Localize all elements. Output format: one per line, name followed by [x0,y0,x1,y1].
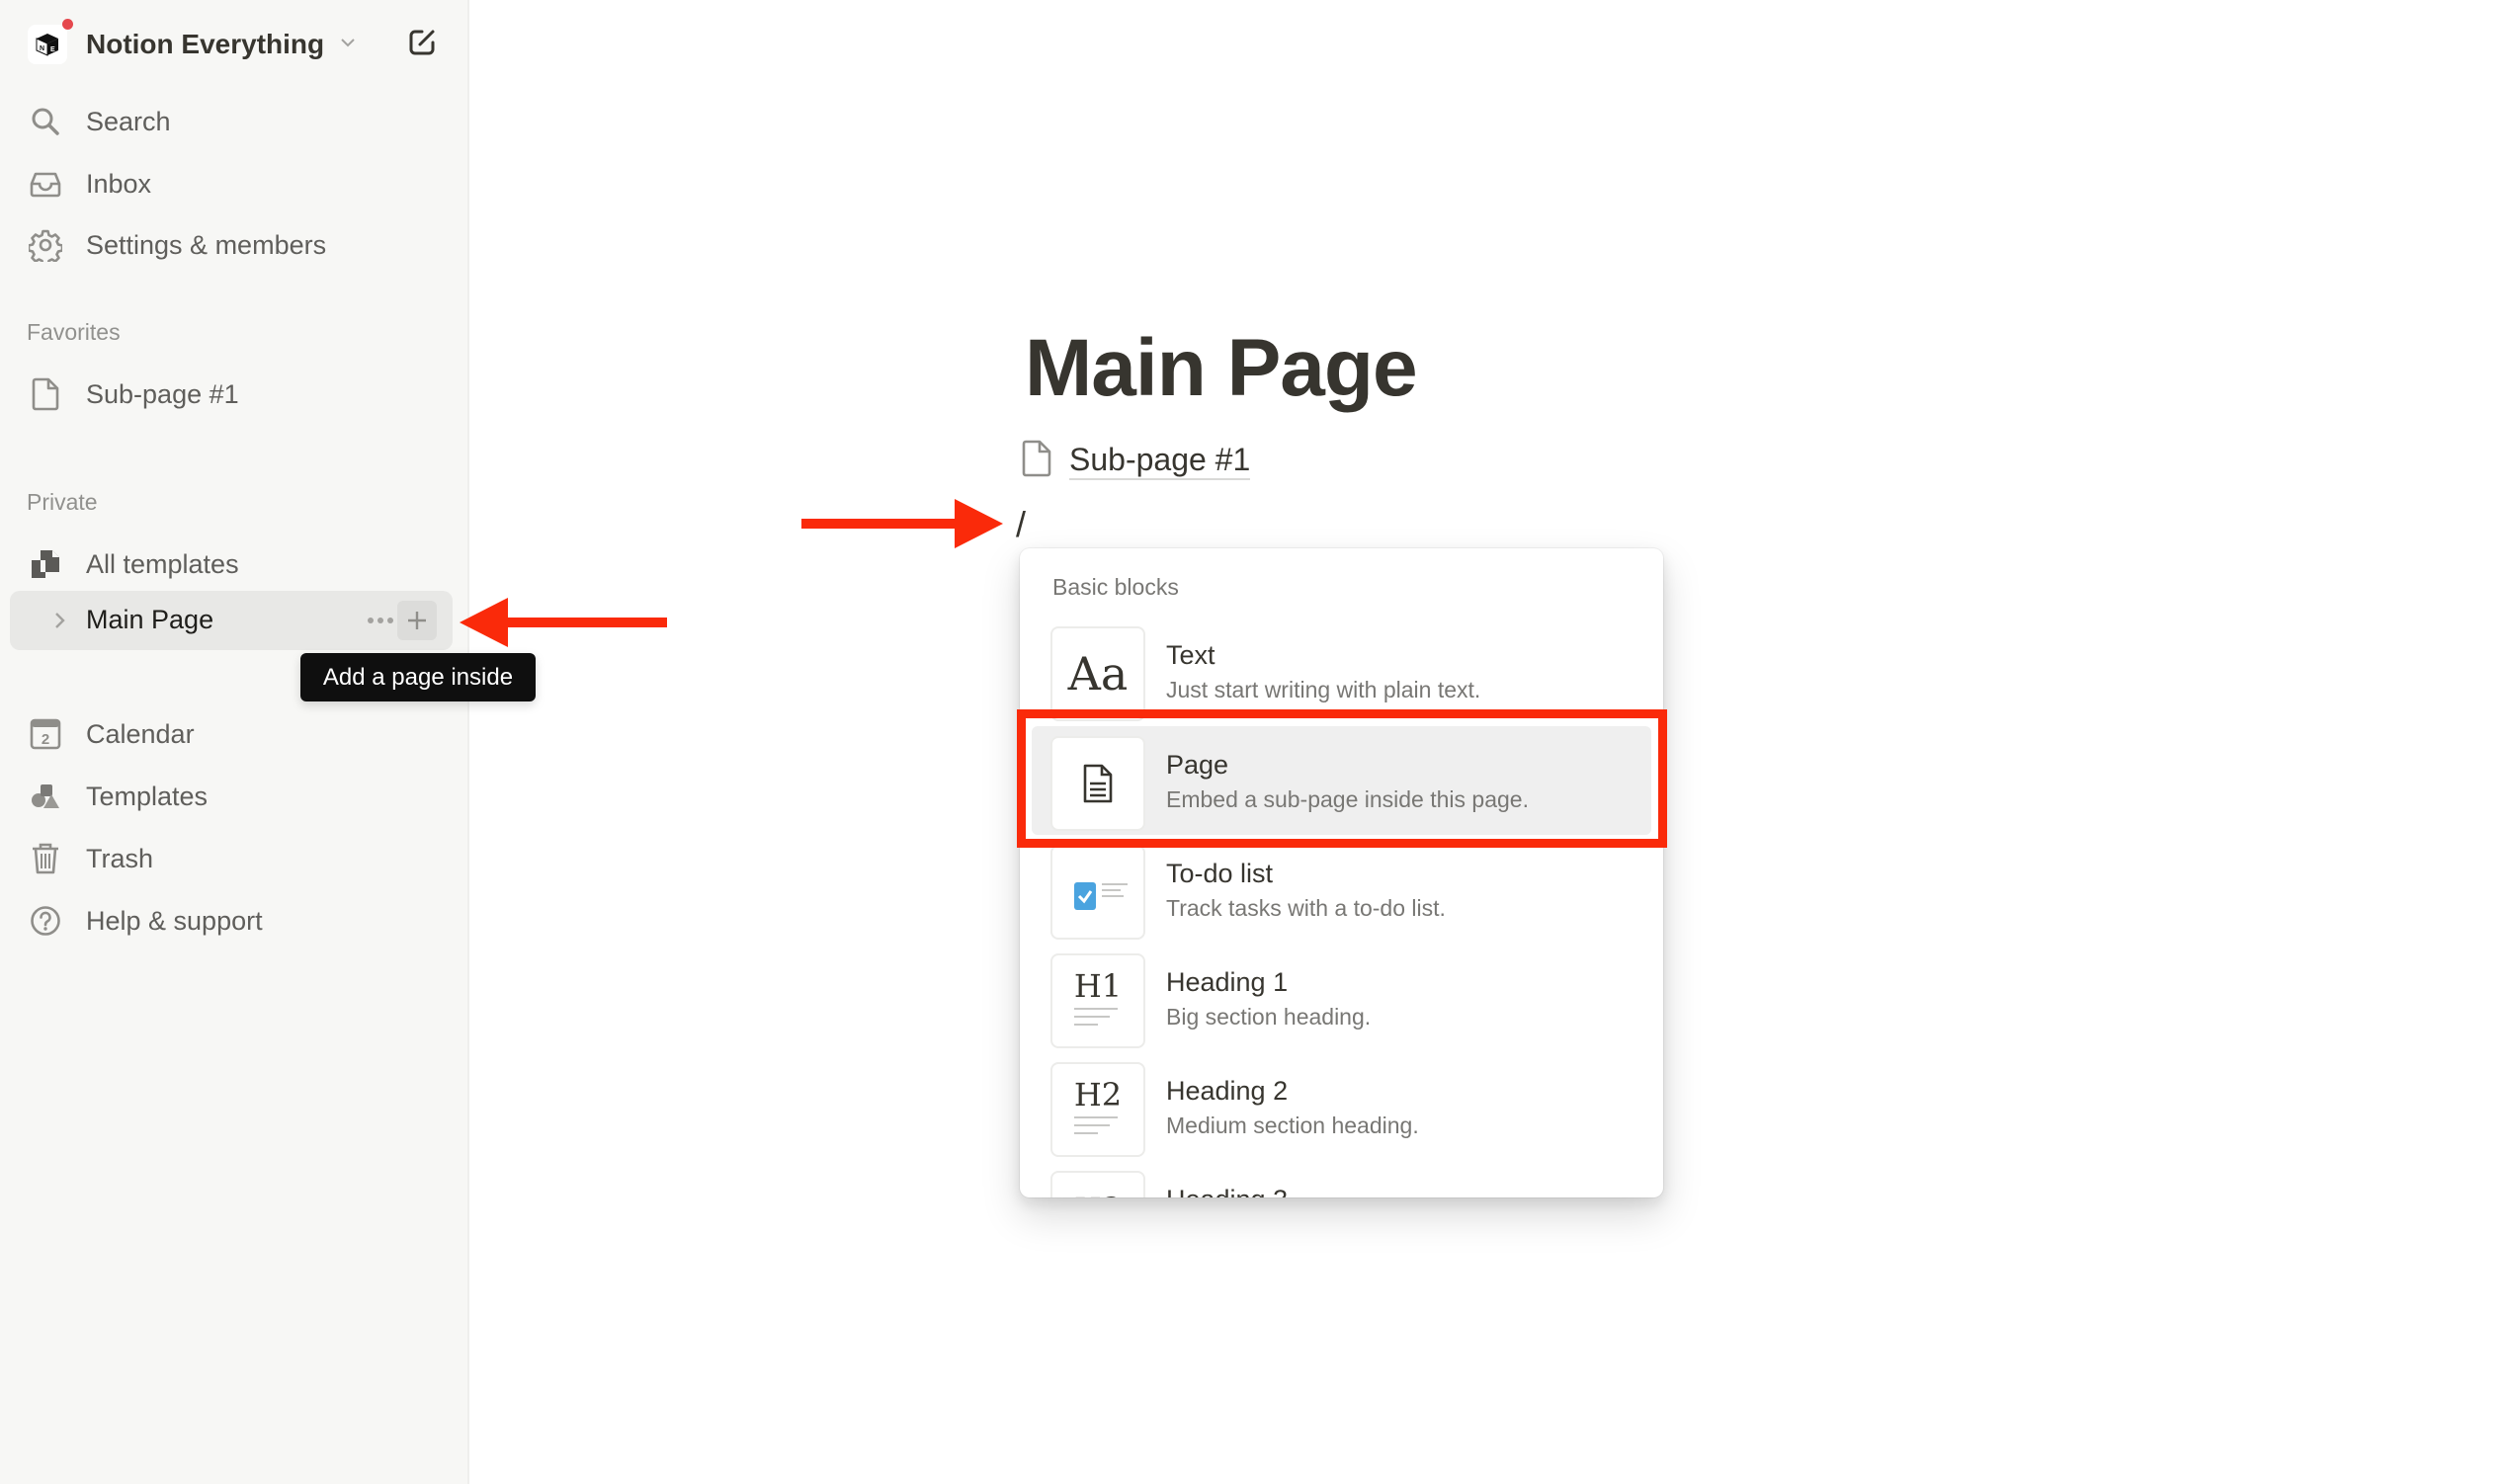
sidebar-item-label: Trash [86,843,154,873]
notification-dot [62,19,73,30]
menu-item-heading-2[interactable]: H2 Heading 2 Medium section heading. [1032,1052,1651,1161]
trash-icon [28,841,63,876]
menu-item-description: Medium section heading. [1166,1113,1419,1138]
sidebar-item-favorite-subpage[interactable]: Sub-page #1 [28,372,239,416]
svg-text:N: N [40,45,44,52]
menu-item-title: Heading 3 [1166,1185,1288,1197]
templates-stack-icon [28,546,63,582]
annotation-arrow-left-icon [460,598,667,647]
search-icon [28,104,63,139]
workspace-switcher[interactable]: N E Notion Everything [28,19,358,67]
menu-item-heading-3[interactable]: H3 Heading 3 [1032,1161,1651,1197]
new-page-button[interactable] [403,24,441,61]
sidebar-item-inbox[interactable]: Inbox [28,162,151,206]
menu-item-heading-1[interactable]: H1 Heading 1 Big section heading. [1032,944,1651,1052]
svg-text:2: 2 [42,731,49,748]
sidebar-item-label: Inbox [86,168,152,199]
sidebar-item-templates[interactable]: Templates [28,775,208,818]
heading2-icon: H2 [1050,1062,1145,1157]
heading3-icon: H3 [1050,1171,1145,1197]
sidebar-item-label: All templates [86,548,239,579]
sidebar-item-label: Calendar [86,718,195,749]
plus-icon [408,612,426,629]
shapes-icon [28,779,63,814]
slash-command-menu: Basic blocks Aa Text Just start writing … [1020,548,1663,1197]
menu-item-title: To-do list [1166,859,1274,888]
sidebar-item-label: Settings & members [86,229,327,260]
sidebar-item-main-page[interactable]: Main Page [10,591,453,650]
sidebar-item-search[interactable]: Search [28,100,171,143]
menu-item-description: Big section heading. [1166,1004,1372,1030]
text-aa-icon: Aa [1050,626,1145,721]
sidebar-item-label: Help & support [86,905,263,936]
sidebar-item-trash[interactable]: Trash [28,837,153,880]
sidebar-item-label: Main Page [86,605,214,634]
add-page-tooltip: Add a page inside [300,653,536,701]
sidebar: N E Notion Everything Search Inbox Setti… [0,0,469,1484]
subpage-link[interactable]: Sub-page #1 [1022,439,1251,482]
gear-icon [28,227,63,263]
page-title[interactable]: Main Page [1025,322,1418,415]
inbox-icon [28,166,63,202]
heading1-icon: H1 [1050,953,1145,1048]
workspace-name: Notion Everything [86,29,325,59]
sidebar-item-all-templates[interactable]: All templates [28,542,239,586]
sidebar-item-settings[interactable]: Settings & members [28,223,326,267]
svg-text:E: E [50,46,55,53]
sidebar-item-label: Templates [86,781,209,811]
workspace-logo-icon: N E [28,19,73,64]
menu-item-title: Heading 1 [1166,967,1289,997]
sidebar-item-calendar[interactable]: 2 Calendar [28,712,195,756]
highlight-box-page-option [1017,709,1667,848]
help-icon [28,903,63,939]
sidebar-item-help[interactable]: Help & support [28,899,263,943]
calendar-icon: 2 [28,716,63,752]
more-options-icon[interactable] [364,609,397,632]
page-icon [1022,440,1051,482]
editor-typed-slash[interactable]: / [1016,504,1026,545]
menu-item-description: Track tasks with a to-do list. [1166,895,1446,921]
menu-item-description: Just start writing with plain text. [1166,677,1481,702]
menu-item-title: Text [1166,640,1215,670]
sidebar-item-label: Search [86,106,171,136]
chevron-right-icon[interactable] [45,607,73,634]
todo-checkbox-icon [1050,845,1145,940]
favorites-section-label: Favorites [27,319,121,345]
add-page-inside-button[interactable] [397,601,437,640]
page-icon [28,376,63,412]
sidebar-item-label: Sub-page #1 [86,378,239,409]
chevron-down-icon [338,33,358,57]
menu-item-todo[interactable]: To-do list Track tasks with a to-do list… [1032,835,1651,944]
subpage-link-label: Sub-page #1 [1069,441,1251,480]
private-section-label: Private [27,489,98,515]
menu-section-label: Basic blocks [1052,574,1179,600]
menu-item-title: Heading 2 [1166,1076,1289,1106]
edit-compose-icon [409,30,435,55]
annotation-arrow-right-icon [801,499,1003,548]
